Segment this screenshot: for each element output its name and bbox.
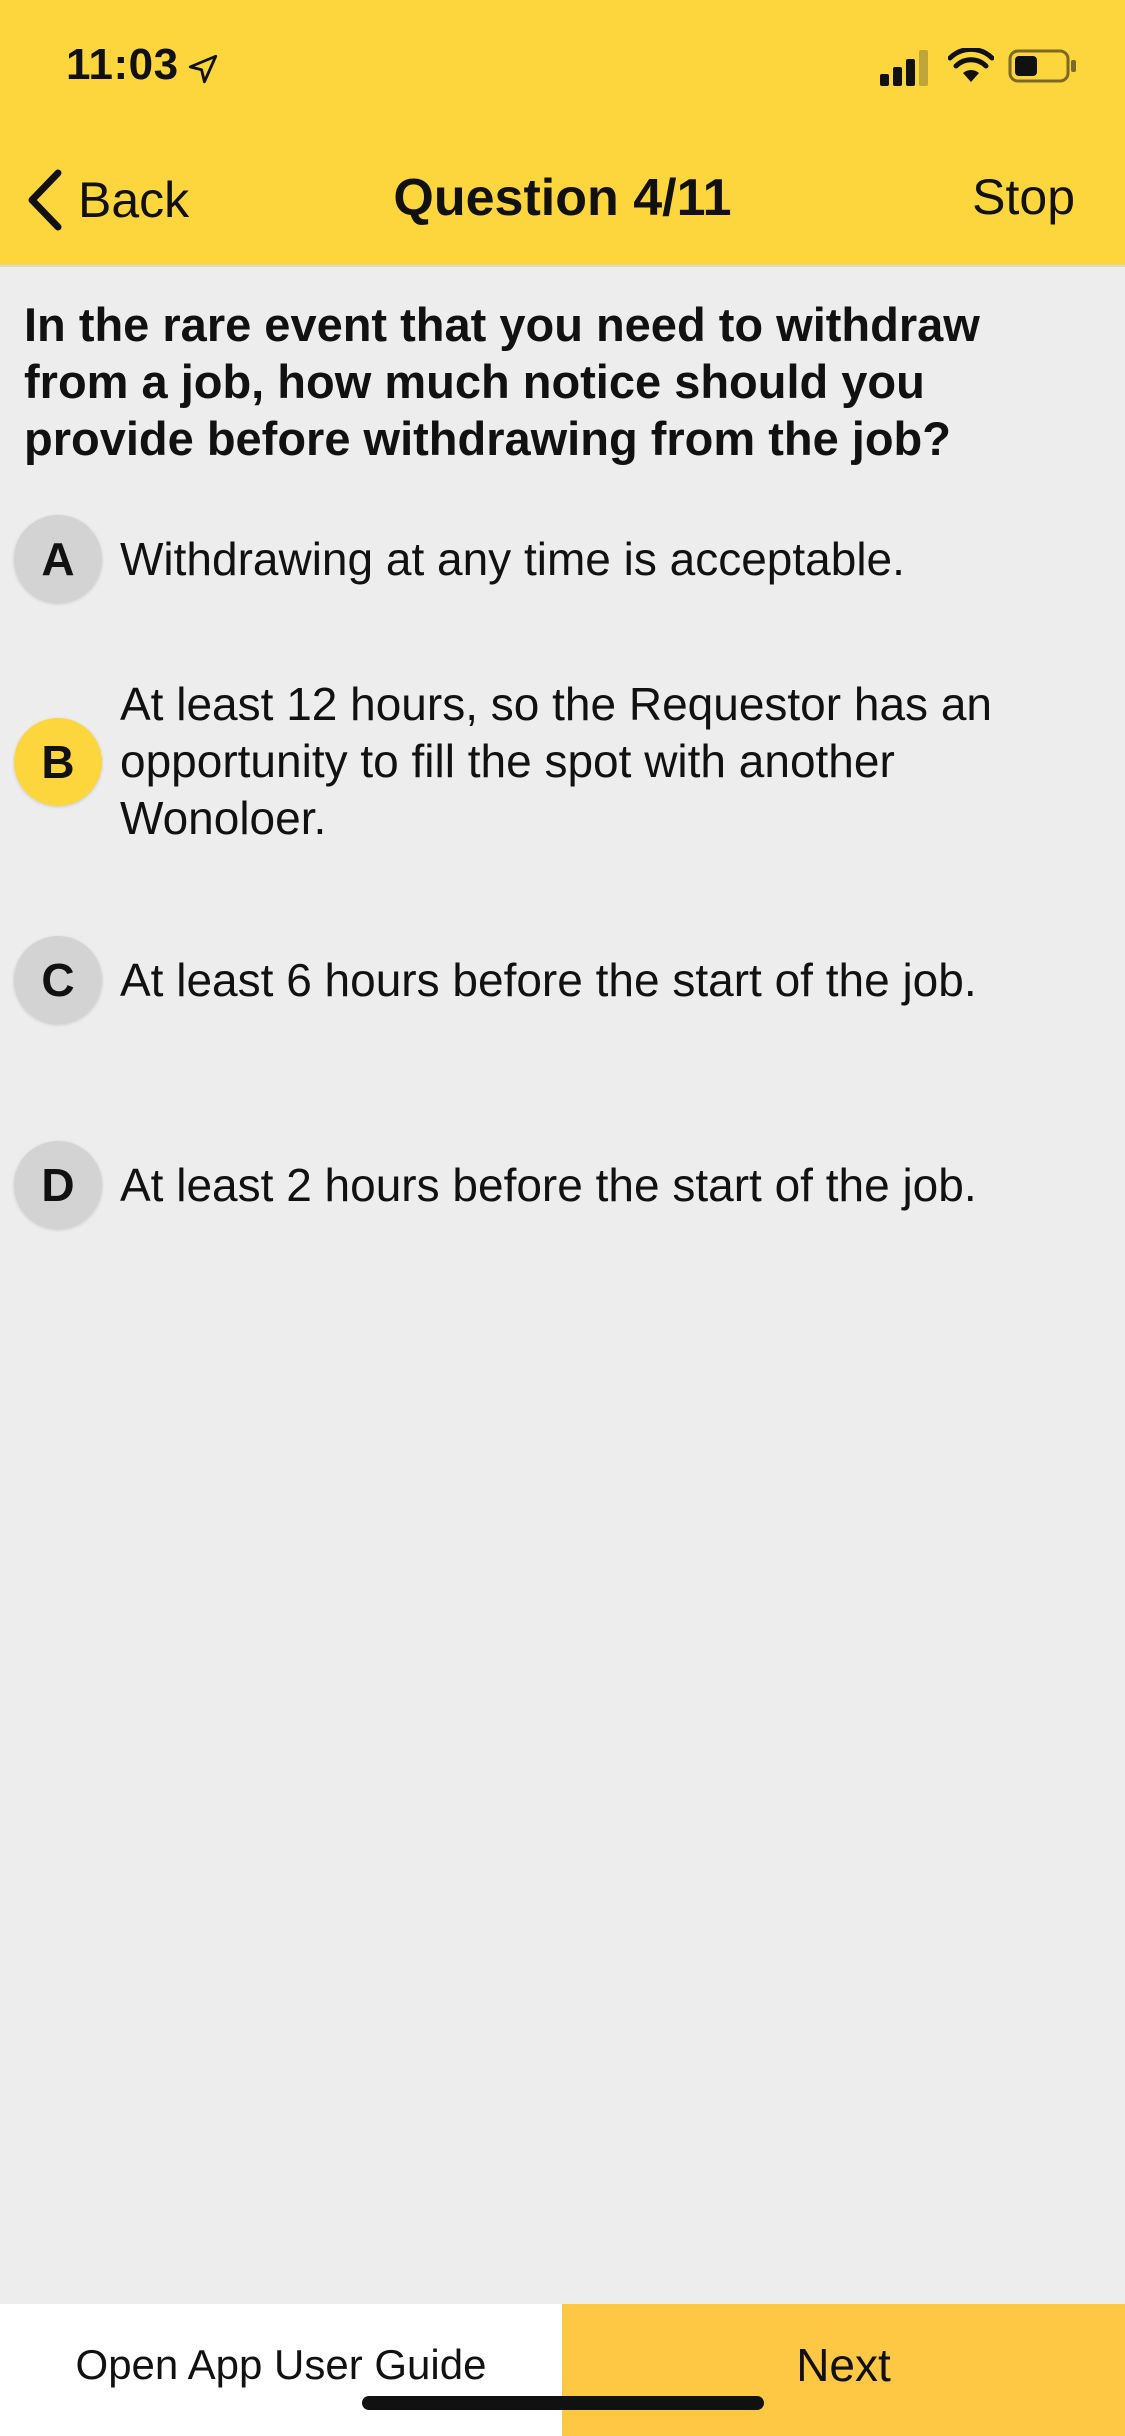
back-button[interactable]: Back xyxy=(24,160,189,240)
open-user-guide-button[interactable]: Open App User Guide xyxy=(0,2304,562,2436)
answer-option-a[interactable]: A Withdrawing at any time is acceptable. xyxy=(14,515,1094,603)
next-button[interactable]: Next xyxy=(562,2304,1125,2436)
answer-text: Withdrawing at any time is acceptable. xyxy=(120,532,905,585)
answer-letter-badge: C xyxy=(14,936,102,1024)
answer-text: At least 2 hours before the start of the… xyxy=(120,1158,977,1211)
answer-option-b[interactable]: B At least 12 hours, so the Requestor ha… xyxy=(14,676,1094,847)
answer-letter-badge: A xyxy=(14,515,102,603)
answer-letter-badge: D xyxy=(14,1141,102,1229)
answer-option-d[interactable]: D At least 2 hours before the start of t… xyxy=(14,1141,1094,1229)
answer-letter-badge-selected: B xyxy=(14,717,102,806)
bottom-bar: Open App User Guide Next xyxy=(0,2304,1125,2436)
battery-icon xyxy=(1008,49,1076,83)
location-arrow-icon xyxy=(188,54,218,84)
answer-option-c[interactable]: C At least 6 hours before the start of t… xyxy=(14,936,1094,1024)
home-indicator[interactable] xyxy=(362,2396,764,2410)
chevron-left-icon xyxy=(28,169,62,231)
status-time: 11:03 xyxy=(66,40,179,89)
wifi-icon xyxy=(948,48,994,82)
stop-button[interactable]: Stop xyxy=(972,168,1075,226)
cellular-signal-icon xyxy=(880,50,928,86)
back-label: Back xyxy=(78,172,190,228)
answer-text: At least 6 hours before the start of the… xyxy=(120,953,977,1006)
answer-text: At least 12 hours, so the Requestor has … xyxy=(120,678,992,844)
top-header: 11:03 Back Question 4/11 Stop xyxy=(0,0,1125,267)
question-text: In the rare event that you need to withd… xyxy=(24,298,980,465)
